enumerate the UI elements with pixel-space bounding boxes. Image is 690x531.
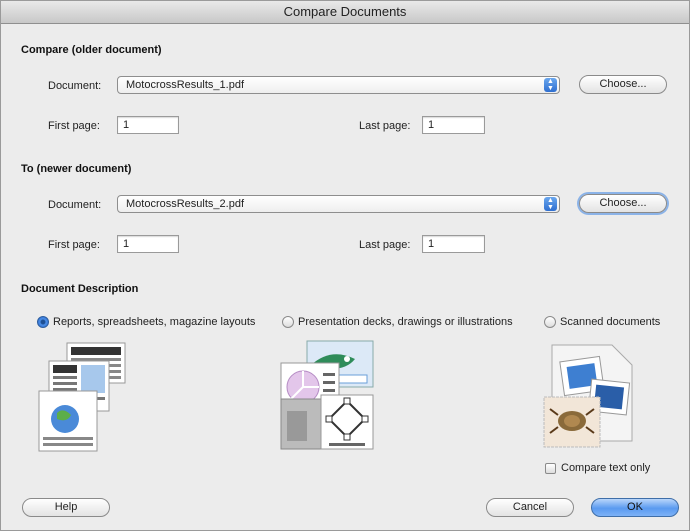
compare-text-only-label[interactable]: Compare text only	[561, 462, 650, 474]
radio-reports-label[interactable]: Reports, spreadsheets, magazine layouts	[53, 316, 255, 328]
newer-first-page-field[interactable]: 1	[117, 235, 179, 253]
compare-documents-dialog: Compare Documents Compare (older documen…	[0, 0, 690, 531]
presentations-illustration-icon	[280, 340, 374, 450]
newer-section-title: To (newer document)	[21, 163, 132, 175]
compare-text-only-checkbox[interactable]	[545, 463, 556, 474]
older-document-value: MotocrossResults_1.pdf	[126, 79, 244, 91]
older-choose-button[interactable]: Choose...	[579, 75, 667, 94]
window-title: Compare Documents	[1, 1, 689, 24]
newer-document-label: Document:	[48, 199, 102, 211]
radio-scanned-label[interactable]: Scanned documents	[560, 316, 660, 328]
radio-presentations-label[interactable]: Presentation decks, drawings or illustra…	[298, 316, 513, 328]
scanned-illustration-icon	[543, 344, 633, 448]
ok-button[interactable]: OK	[591, 498, 679, 517]
newer-last-page-field[interactable]: 1	[422, 235, 485, 253]
popup-arrows-icon: ▲ ▼	[544, 78, 557, 92]
older-first-page-field[interactable]: 1	[117, 116, 179, 134]
popup-arrows-icon: ▲ ▼	[544, 197, 557, 211]
cancel-button[interactable]: Cancel	[486, 498, 574, 517]
newer-document-value: MotocrossResults_2.pdf	[126, 198, 244, 210]
newer-choose-button[interactable]: Choose...	[579, 194, 667, 213]
newer-first-page-label: First page:	[48, 239, 100, 251]
radio-presentations[interactable]	[282, 316, 294, 328]
older-document-label: Document:	[48, 80, 102, 92]
reports-illustration-icon	[38, 342, 126, 452]
older-last-page-label: Last page:	[359, 120, 411, 132]
older-last-page-field[interactable]: 1	[422, 116, 485, 134]
older-first-page-label: First page:	[48, 120, 100, 132]
older-document-popup[interactable]: MotocrossResults_1.pdf ▲ ▼	[117, 76, 560, 94]
older-section-title: Compare (older document)	[21, 44, 162, 56]
radio-scanned[interactable]	[544, 316, 556, 328]
newer-last-page-label: Last page:	[359, 239, 411, 251]
radio-reports[interactable]	[37, 316, 49, 328]
description-section-title: Document Description	[21, 283, 139, 295]
newer-document-popup[interactable]: MotocrossResults_2.pdf ▲ ▼	[117, 195, 560, 213]
help-button[interactable]: Help	[22, 498, 110, 517]
